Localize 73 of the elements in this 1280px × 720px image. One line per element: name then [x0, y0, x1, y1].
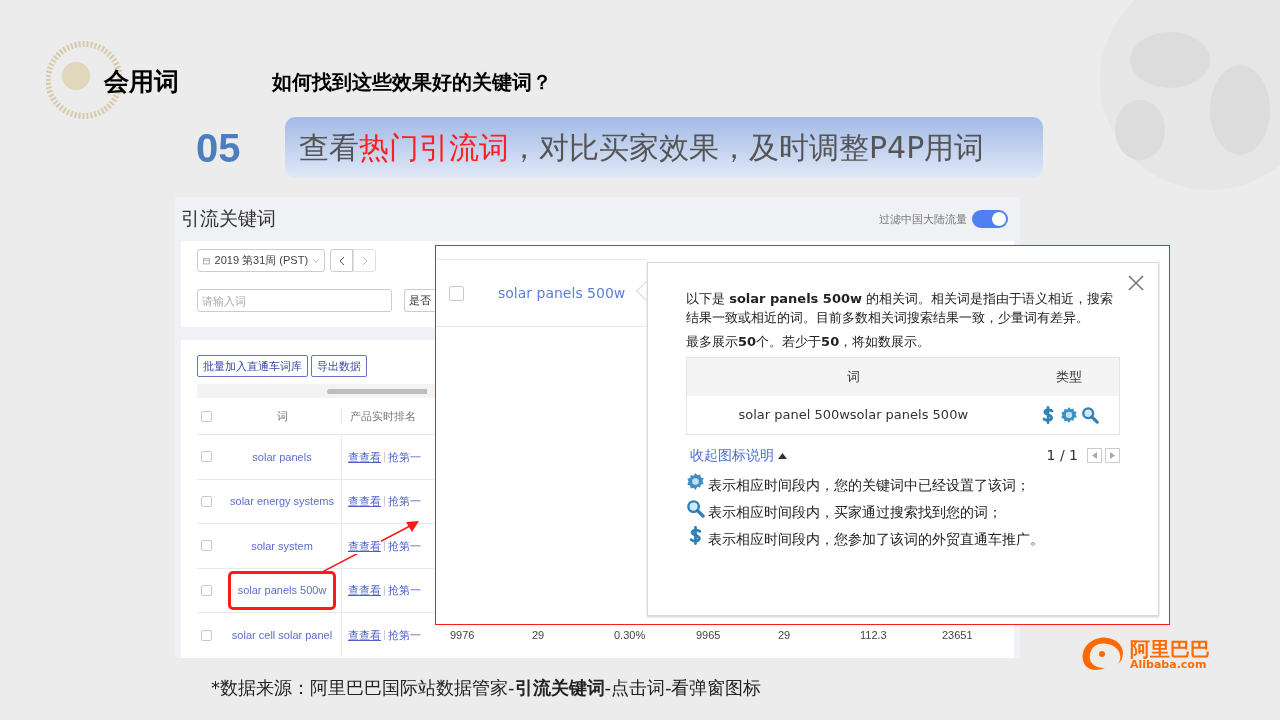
grab-first-link[interactable]: 抢第一 [388, 537, 421, 555]
column-header: 类型 [1055, 368, 1084, 387]
column-header: 词 [845, 368, 861, 387]
next-page-button[interactable] [1105, 448, 1120, 463]
banner-text: 热门引流词 [359, 129, 509, 167]
page-indicator: 1 / 1 [1046, 446, 1078, 465]
checkbox[interactable] [201, 451, 212, 463]
keyword-link[interactable]: solar panels 500w [498, 282, 626, 304]
keyword-link[interactable]: solar cell solar panel [231, 626, 333, 644]
calendar-icon [203, 255, 210, 266]
table-cell-text: 9976 [449, 627, 476, 643]
toolbar-button[interactable]: 导出数据 [311, 355, 367, 377]
filter-label: 过滤中国大陆流量 [879, 211, 967, 227]
toolbar-button[interactable]: 批量加入直通车词库 [197, 355, 308, 377]
search-icon [1081, 406, 1100, 424]
chevron-down-icon [313, 257, 319, 264]
filter-toggle[interactable] [972, 210, 1008, 228]
table-cell-text: solar panel 500wsolar panels 500w [737, 406, 970, 425]
search-icon [686, 499, 705, 518]
popover-description: 以下是 solar panels 500w 的相关词。相关词是指由于语义相近，搜索结果一致或相近的词。目前多数相关词搜索结果一致，少量词有差异。 [686, 290, 1115, 327]
checkbox[interactable] [201, 540, 212, 552]
checkbox[interactable] [201, 629, 212, 641]
source-caption: *数据来源：阿里巴巴国际站数据管家-引流关键词-点击词-看弹窗图标 [211, 676, 762, 700]
logo-chinese-text: 阿里巴巴 [1130, 638, 1210, 659]
step-number: 05 [196, 124, 242, 172]
view-link[interactable]: 查查看 [348, 448, 381, 466]
previous-week-button[interactable] [330, 249, 353, 272]
grab-first-link[interactable]: 抢第一 [388, 582, 421, 599]
previous-page-button[interactable] [1087, 448, 1102, 463]
table-cell-text: 0.30% [613, 627, 647, 643]
gear-icon [686, 472, 705, 491]
chevron-left-icon [338, 255, 345, 266]
table-cell-text: 112.3 [859, 627, 888, 643]
gear-icon [1060, 406, 1079, 424]
close-button[interactable] [1126, 273, 1146, 293]
legend-text: 表示相应时间段内，买家通过搜索找到您的词； [708, 503, 1002, 522]
view-link[interactable]: 查查看 [348, 626, 381, 644]
section-title: 会用词 [104, 66, 180, 99]
grab-first-link[interactable]: 抢第一 [388, 493, 421, 510]
banner-text: 查看 [299, 129, 359, 167]
keyword-link[interactable]: solar panels 500w [227, 571, 337, 610]
table-cell-text: 9965 [695, 627, 722, 643]
close-icon [1128, 275, 1144, 291]
checkbox[interactable] [201, 495, 212, 507]
caret-right-icon [1110, 452, 1115, 459]
horizontal-scrollbar[interactable] [327, 388, 427, 394]
view-link[interactable]: 查查看 [348, 582, 381, 599]
logo-latin-text: Alibaba.com [1130, 658, 1207, 670]
keyword-link[interactable]: solar system [251, 537, 313, 555]
popover-limit-note: 最多展示50个。若少于50，将如数展示。 [686, 333, 932, 351]
chevron-right-icon [361, 255, 368, 266]
caret-left-icon [1092, 452, 1097, 459]
checkbox[interactable] [201, 410, 212, 422]
keyword-link[interactable]: solar panels [252, 448, 312, 466]
keyword-link[interactable]: solar energy systems [230, 493, 334, 510]
legend-text: 表示相应时间段内，您的关键词中已经设置了该词； [708, 476, 1030, 495]
view-link[interactable]: 查查看 [348, 537, 381, 555]
panel-title: 引流关键词 [181, 206, 276, 231]
checkbox[interactable] [201, 585, 212, 597]
table-cell-text: 29 [531, 627, 546, 643]
legend-text: 表示相应时间段内，您参加了该词的外贸直通车推广。 [708, 530, 1044, 549]
table-cell-text: 29 [777, 627, 792, 643]
keyword-search-field[interactable]: 请输入词 [197, 289, 392, 312]
column-header: 词 [275, 408, 289, 424]
week-picker[interactable]: 2019 第31周 (PST) [197, 249, 325, 272]
checkbox[interactable] [449, 285, 464, 301]
banner-text: ，对比买家效果，及时调整P4P用词 [509, 129, 985, 167]
next-week-button[interactable] [353, 249, 376, 272]
table-cell-text: 23651 [941, 627, 974, 643]
slide-question: 如何找到这些效果好的关键词？ [272, 69, 552, 96]
caret-up-icon [778, 452, 787, 459]
view-link[interactable]: 查查看 [348, 493, 381, 510]
collapse-legend-link[interactable]: 收起图标说明 [690, 445, 787, 466]
